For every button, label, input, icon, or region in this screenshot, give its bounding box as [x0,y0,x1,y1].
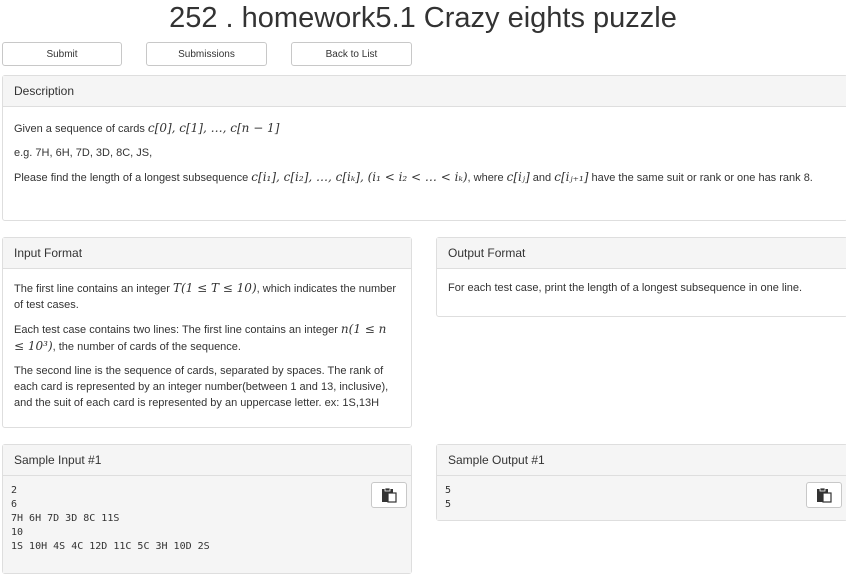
sample-input-panel: Sample Input #1 2 6 7H 6H 7D 3D 8C 11S 1… [2,444,412,574]
submit-button[interactable]: Submit [2,42,122,66]
output-format-panel: Output Format For each test case, print … [436,237,846,317]
description-text: have the same suit or rank or one has ra… [588,172,813,184]
description-line-2: e.g. 7H, 6H, 7D, 3D, 8C, JS, [14,147,153,159]
clipboard-paste-icon [817,487,832,503]
description-text: , where [467,172,507,184]
description-panel: Description Given a sequence of cards c[… [2,75,846,221]
math-t-range: T(1 ≤ T ≤ 10) [172,281,257,295]
description-line-1: Given a sequence of cards c[0], c[1], …,… [14,120,836,137]
input-format-text: , the number of cards of the sequence. [52,341,241,353]
math-card-ij1: c[iⱼ₊₁] [554,170,589,184]
description-text: and [529,172,555,184]
input-format-header: Input Format [3,238,411,269]
sample-input-code: 2 6 7H 6H 7D 3D 8C 11S 10 1S 10H 4S 4C 1… [11,485,210,552]
copy-sample-output-button[interactable] [806,482,842,508]
sample-output-code: 5 5 [445,485,452,510]
submissions-button[interactable]: Submissions [146,42,267,66]
clipboard-paste-icon [382,487,397,503]
description-line-3: Please find the length of a longest subs… [14,169,836,186]
math-sequence: c[0], c[1], …, c[n − 1] [147,121,280,135]
math-subsequence: c[i₁], c[i₂], …, c[iₖ], (i₁ < i₂ < … < i… [251,170,468,184]
description-text: Given a sequence of cards [14,123,148,135]
input-format-text: The first line contains an integer [14,283,173,295]
copy-sample-input-button[interactable] [371,482,407,508]
sample-input-header: Sample Input #1 [3,445,411,476]
input-format-panel: Input Format The first line contains an … [2,237,412,428]
description-header: Description [3,76,846,107]
sample-output-header: Sample Output #1 [437,445,846,476]
output-format-paragraph: For each test case, print the length of … [448,282,803,294]
input-format-paragraph-1: The first line contains an integer T(1 ≤… [14,280,400,313]
output-format-header: Output Format [437,238,846,269]
math-card-ij: c[iⱼ] [506,170,530,184]
input-format-paragraph-3: The second line is the sequence of cards… [14,365,389,409]
page-title: 252 . homework5.1 Crazy eights puzzle [169,2,677,34]
description-text: Please find the length of a longest subs… [14,172,252,184]
input-format-text: Each test case contains two lines: The f… [14,324,341,336]
input-format-paragraph-2: Each test case contains two lines: The f… [14,321,400,355]
sample-output-panel: Sample Output #1 5 5 [436,444,846,521]
sample-input-body: 2 6 7H 6H 7D 3D 8C 11S 10 1S 10H 4S 4C 1… [3,476,411,573]
back-to-list-button[interactable]: Back to List [291,42,412,66]
sample-output-body: 5 5 [437,476,846,520]
